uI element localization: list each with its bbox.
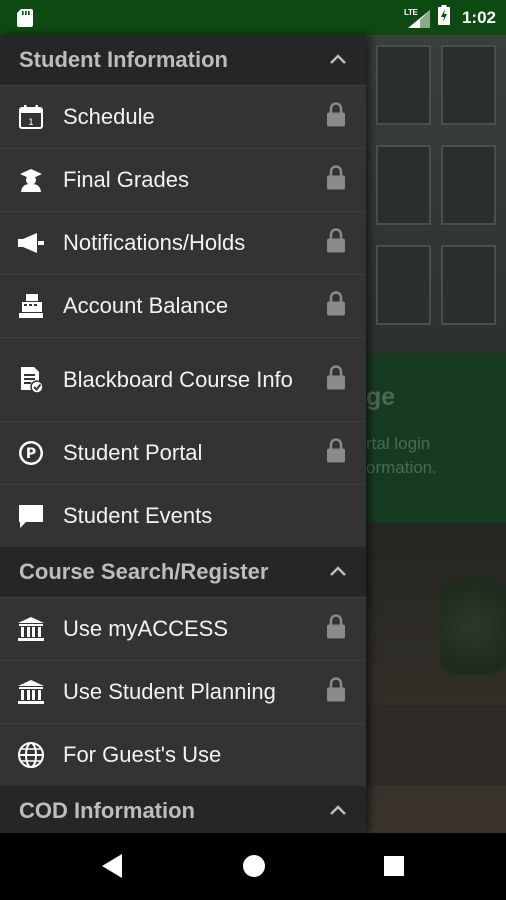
menu-item-student-portal[interactable]: P Student Portal: [0, 421, 366, 484]
svg-text:P: P: [26, 446, 36, 462]
section-title: Course Search/Register: [19, 559, 269, 584]
menu-item-for-guests-use[interactable]: For Guest's Use: [0, 723, 366, 786]
clock: 1:02: [461, 7, 496, 27]
background-text: rtal login ormation.: [366, 432, 437, 480]
navigation-bar: [0, 833, 506, 900]
parking-p-icon: P: [16, 438, 46, 468]
menu-item-label: Student Events: [63, 503, 213, 528]
document-check-icon: [16, 365, 46, 395]
menu-item-final-grades[interactable]: Final Grades: [0, 148, 366, 211]
menu-item-label: Use myACCESS: [63, 616, 229, 641]
graduate-icon: [16, 165, 46, 195]
menu-item-label: For Guest's Use: [63, 742, 222, 767]
chevron-up-icon[interactable]: [329, 564, 347, 582]
background-plant: [440, 555, 506, 675]
lock-icon: [326, 228, 346, 259]
section-header-course-search-register[interactable]: Course Search/Register: [0, 547, 366, 597]
chevron-up-icon[interactable]: [329, 52, 347, 70]
lock-icon: [326, 438, 346, 469]
background-text-line1: rtal login: [366, 434, 431, 453]
menu-item-use-myaccess[interactable]: Use myACCESS: [0, 597, 366, 660]
home-icon[interactable]: [242, 853, 266, 884]
menu-item-blackboard-course-info[interactable]: Blackboard Course Info: [0, 337, 366, 421]
sd-card-icon: [17, 9, 33, 32]
section-header-student-information[interactable]: Student Information: [0, 35, 366, 85]
back-icon[interactable]: [101, 853, 123, 884]
menu-item-label: Student Portal: [63, 440, 203, 465]
institution-icon: [16, 677, 46, 707]
section-title: COD Information: [19, 798, 195, 823]
menu-item-account-balance[interactable]: Account Balance: [0, 274, 366, 337]
section-header-cod-information[interactable]: COD Information: [0, 786, 366, 833]
chevron-up-icon[interactable]: [329, 803, 347, 821]
menu-item-schedule[interactable]: 1 Schedule: [0, 85, 366, 148]
navigation-drawer: Student Information 1 Schedule Final Gra…: [0, 35, 366, 833]
lock-icon: [326, 364, 346, 395]
background-path: [366, 705, 506, 785]
background-heading: ge: [366, 383, 396, 411]
background-text-line2: ormation.: [366, 458, 437, 477]
menu-item-label: Blackboard Course Info: [63, 366, 293, 392]
menu-item-label: Notifications/Holds: [63, 230, 246, 255]
lock-icon: [326, 102, 346, 133]
menu-item-label: Use Student Planning: [63, 679, 276, 704]
lock-icon: [326, 614, 346, 645]
svg-text:1: 1: [28, 118, 34, 128]
calendar-icon: 1: [16, 102, 46, 132]
megaphone-icon: [16, 228, 46, 258]
lock-icon: [326, 291, 346, 322]
menu-item-use-student-planning[interactable]: Use Student Planning: [0, 660, 366, 723]
lte-signal-icon: LTE: [404, 8, 430, 28]
menu-item-label: Account Balance: [63, 293, 229, 318]
section-title: Student Information: [19, 47, 228, 72]
lock-icon: [326, 165, 346, 196]
battery-charging-icon: [437, 5, 450, 30]
background-building-image: [366, 35, 506, 353]
chat-bubble-icon: [16, 501, 46, 531]
menu-item-notifications-holds[interactable]: Notifications/Holds: [0, 211, 366, 274]
menu-item-label: Schedule: [63, 104, 155, 129]
institution-icon: [16, 614, 46, 644]
recents-icon[interactable]: [383, 853, 405, 884]
globe-icon: [16, 740, 46, 770]
menu-item-student-events[interactable]: Student Events: [0, 484, 366, 547]
status-bar: LTE 1:02: [0, 0, 506, 35]
cash-register-icon: [16, 291, 46, 321]
lock-icon: [326, 677, 346, 708]
menu-item-label: Final Grades: [63, 167, 189, 192]
